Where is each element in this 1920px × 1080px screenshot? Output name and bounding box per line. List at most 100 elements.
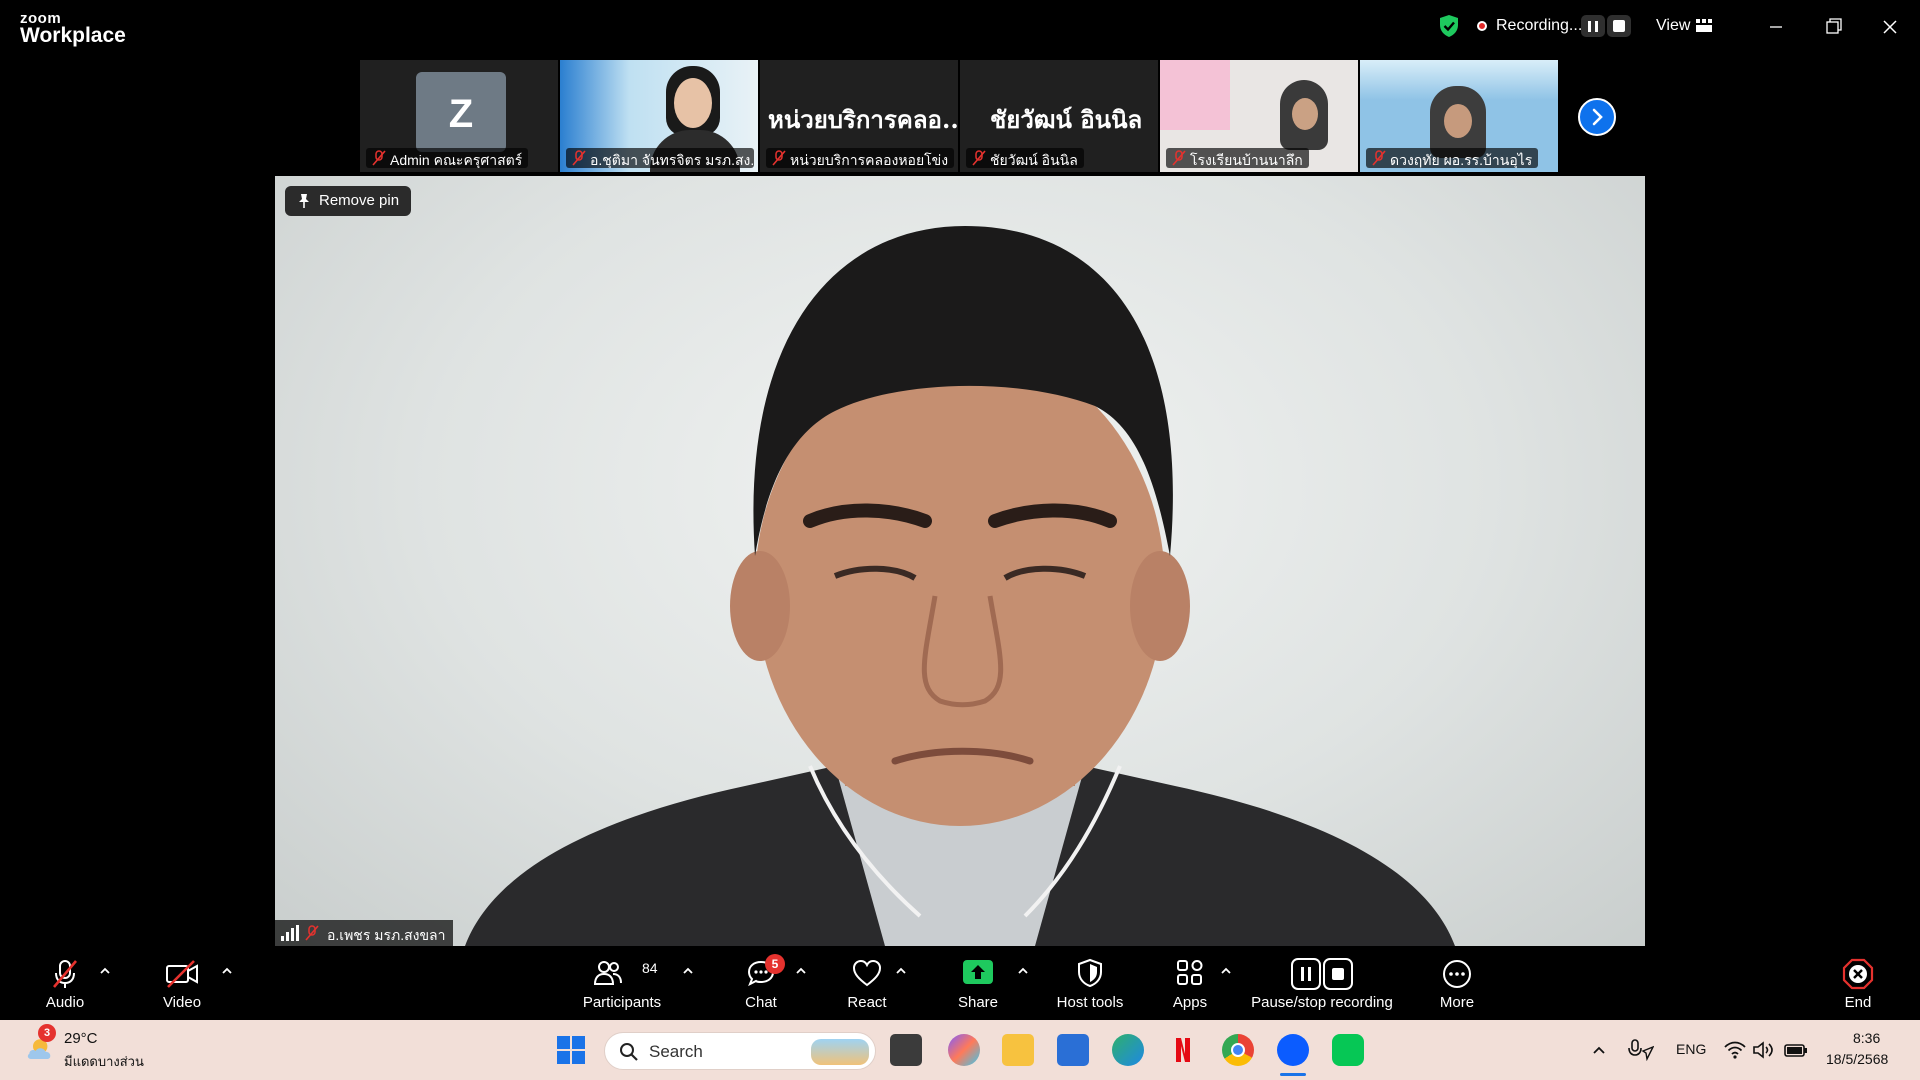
participant-tile[interactable]: โรงเรียนบ้านนาลึก bbox=[1160, 60, 1358, 172]
recording-status: Recording... bbox=[1496, 17, 1583, 34]
recording-dot-icon bbox=[1477, 21, 1487, 31]
apps-button[interactable]: Apps bbox=[1160, 946, 1220, 1020]
pause-recording-button[interactable] bbox=[1581, 15, 1605, 37]
wifi-icon[interactable] bbox=[1724, 1041, 1746, 1059]
apps-label: Apps bbox=[1172, 994, 1208, 1011]
search-highlight-image bbox=[811, 1039, 869, 1065]
participant-name: หน่วยบริการคลองหอยโข่ง bbox=[790, 152, 949, 168]
share-label: Share bbox=[957, 994, 999, 1011]
participant-tile[interactable]: ดวงฤทัย ผอ.รร.บ้านอุไร bbox=[1360, 60, 1558, 172]
view-button[interactable]: View bbox=[1656, 17, 1690, 35]
share-button[interactable]: Share bbox=[946, 946, 1010, 1020]
close-icon[interactable] bbox=[1870, 10, 1910, 44]
video-button[interactable]: Video bbox=[146, 946, 218, 1020]
person-face bbox=[1444, 104, 1472, 138]
battery-icon[interactable] bbox=[1784, 1042, 1808, 1058]
minimize-icon[interactable] bbox=[1756, 10, 1796, 44]
muted-mic-icon bbox=[53, 960, 77, 988]
react-options-chevron-icon[interactable] bbox=[895, 966, 907, 976]
clock-date[interactable]: 18/5/2568 bbox=[1826, 1051, 1888, 1067]
volume-icon[interactable] bbox=[1752, 1041, 1774, 1059]
restore-icon[interactable] bbox=[1813, 10, 1853, 44]
pause-stop-recording-button[interactable]: Pause/stop recording bbox=[1246, 946, 1398, 1020]
weather-widget[interactable]: 3 29°C มีแดดบางส่วน bbox=[20, 1020, 160, 1080]
search-icon bbox=[620, 1043, 638, 1061]
chat-options-chevron-icon[interactable] bbox=[795, 966, 807, 976]
pin-icon bbox=[299, 194, 309, 208]
stop-recording-button[interactable] bbox=[1607, 15, 1631, 37]
chevron-right-icon bbox=[1592, 108, 1603, 126]
clock-time[interactable]: 8:36 bbox=[1853, 1030, 1880, 1046]
zoom-app-icon[interactable] bbox=[1277, 1034, 1309, 1066]
video-off-icon bbox=[166, 960, 198, 988]
grid-view-icon[interactable] bbox=[1696, 19, 1712, 32]
remove-pin-button[interactable]: Remove pin bbox=[285, 186, 412, 216]
task-view-icon[interactable] bbox=[890, 1034, 922, 1066]
remove-pin-label: Remove pin bbox=[319, 192, 400, 209]
microsoft-store-icon[interactable] bbox=[1057, 1034, 1089, 1066]
line-app-icon[interactable] bbox=[1332, 1034, 1364, 1066]
muted-mic-icon bbox=[305, 925, 319, 941]
more-button[interactable]: More bbox=[1426, 946, 1488, 1020]
participant-name: ดวงฤทัย ผอ.รร.บ้านอุไร bbox=[1390, 152, 1533, 168]
chat-unread-badge: 5 bbox=[765, 954, 785, 974]
end-call-icon bbox=[1842, 958, 1874, 990]
shield-icon bbox=[1078, 958, 1102, 988]
participants-button[interactable]: 84 Participants bbox=[578, 946, 666, 1020]
end-label: End bbox=[1844, 994, 1872, 1011]
chat-button[interactable]: 5 Chat bbox=[730, 946, 792, 1020]
audio-label: Audio bbox=[45, 994, 85, 1011]
taskbar-search-box[interactable]: Search bbox=[604, 1032, 876, 1070]
audio-options-chevron-icon[interactable] bbox=[99, 966, 111, 976]
language-indicator[interactable]: ENG bbox=[1676, 1041, 1706, 1057]
edge-browser-icon[interactable] bbox=[1112, 1034, 1144, 1066]
title-bar: zoom Workplace Recording... View bbox=[0, 0, 1920, 56]
apps-icon bbox=[1177, 960, 1203, 985]
os-taskbar: 3 29°C มีแดดบางส่วน Search ENG 8:36 18/5… bbox=[0, 1020, 1920, 1080]
show-hidden-icons-chevron-icon[interactable] bbox=[1592, 1045, 1606, 1055]
next-page-button[interactable] bbox=[1578, 98, 1616, 136]
share-options-chevron-icon[interactable] bbox=[1017, 966, 1029, 976]
share-screen-icon bbox=[963, 960, 993, 984]
muted-mic-icon bbox=[572, 150, 586, 166]
react-button[interactable]: React bbox=[836, 946, 898, 1020]
participants-options-chevron-icon[interactable] bbox=[682, 966, 694, 976]
copilot-icon[interactable] bbox=[948, 1034, 980, 1066]
person-face bbox=[1292, 98, 1318, 130]
weather-description: มีแดดบางส่วน bbox=[64, 1054, 144, 1069]
person-face bbox=[674, 78, 712, 128]
netflix-icon[interactable] bbox=[1167, 1034, 1199, 1066]
participant-display-name: หน่วยบริการคลอ... bbox=[768, 105, 958, 134]
active-speaker-video: Remove pin อ.เพชร มรภ.สงขลา bbox=[275, 176, 1645, 946]
signal-strength-icon[interactable] bbox=[281, 925, 299, 941]
host-tools-label: Host tools bbox=[1056, 994, 1124, 1011]
participants-icon bbox=[593, 961, 622, 985]
speaker-video-feed bbox=[465, 226, 1455, 946]
participants-count: 84 bbox=[642, 960, 658, 976]
participant-tile[interactable]: Z Admin คณะครุศาสตร์ bbox=[360, 60, 558, 172]
muted-mic-icon bbox=[772, 150, 786, 166]
muted-mic-icon bbox=[372, 150, 386, 166]
active-app-indicator bbox=[1280, 1073, 1306, 1076]
end-meeting-button[interactable]: End bbox=[1830, 946, 1886, 1020]
react-label: React bbox=[847, 994, 887, 1011]
search-placeholder: Search bbox=[649, 1042, 703, 1061]
encryption-shield-icon[interactable] bbox=[1438, 14, 1460, 38]
participant-tile[interactable]: อ.ชุติมา จันทรจิตร มรภ.สง... bbox=[560, 60, 758, 172]
more-label: More bbox=[1439, 994, 1475, 1011]
speaker-name: อ.เพชร มรภ.สงขลา bbox=[327, 927, 446, 943]
meeting-toolbar: Audio Video 84 Participants 5 Chat React… bbox=[0, 946, 1920, 1020]
video-feed bbox=[1160, 60, 1230, 130]
participant-tile[interactable]: ชัยวัฒน์ อินนิล ชัยวัฒน์ อินนิล bbox=[960, 60, 1158, 172]
host-tools-button[interactable]: Host tools bbox=[1050, 946, 1130, 1020]
muted-mic-icon bbox=[972, 150, 986, 166]
windows-start-icon[interactable] bbox=[556, 1035, 586, 1065]
apps-options-chevron-icon[interactable] bbox=[1220, 966, 1232, 976]
brand-logo-bottom: Workplace bbox=[20, 24, 126, 47]
chrome-browser-icon[interactable] bbox=[1222, 1034, 1254, 1066]
participant-tile[interactable]: หน่วยบริการคลอ... หน่วยบริการคลองหอยโข่ง bbox=[760, 60, 958, 172]
microphone-in-use-icon[interactable] bbox=[1628, 1039, 1654, 1061]
file-explorer-icon[interactable] bbox=[1002, 1034, 1034, 1066]
video-options-chevron-icon[interactable] bbox=[221, 966, 233, 976]
audio-button[interactable]: Audio bbox=[30, 946, 100, 1020]
